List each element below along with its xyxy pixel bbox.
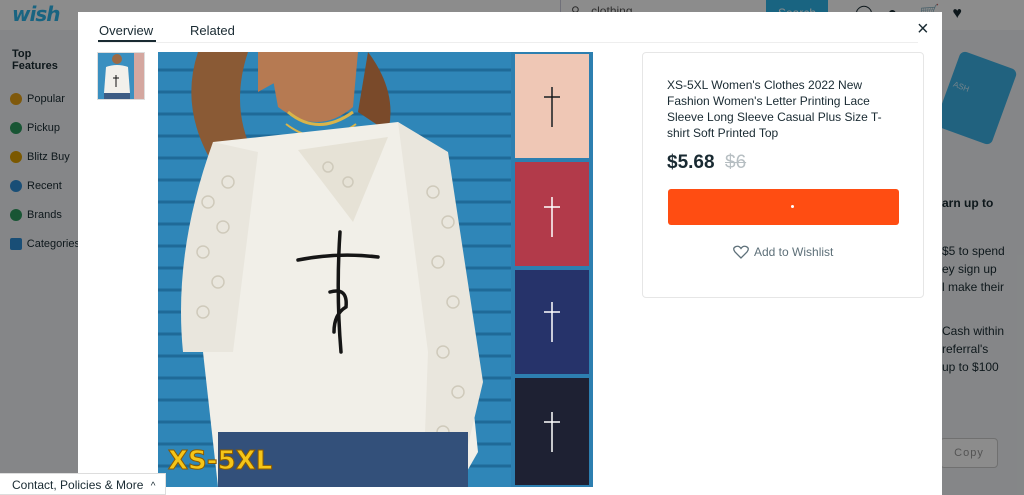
product-photo: [158, 52, 593, 487]
tabs-divider: [98, 42, 918, 43]
current-price: $5.68: [667, 152, 715, 173]
product-main-image[interactable]: XS-5XL: [158, 52, 593, 487]
contact-policies-link[interactable]: Contact, Policies & More ^: [0, 473, 167, 495]
thumbnail-image: [98, 53, 144, 99]
tab-related[interactable]: Related: [190, 23, 235, 43]
original-price: $6: [725, 152, 747, 173]
loading-indicator: [791, 205, 794, 208]
product-info-card: XS-5XL Women's Clothes 2022 New Fashion …: [642, 52, 924, 298]
heart-outline-icon: [733, 245, 749, 259]
chevron-up-icon: ^: [150, 481, 156, 492]
wishlist-label: Add to Wishlist: [754, 245, 834, 259]
close-icon[interactable]: ×: [917, 18, 929, 41]
price-row: $5.68 $6: [667, 152, 746, 174]
footer-label: Contact, Policies & More: [12, 478, 144, 492]
add-to-wishlist-button[interactable]: Add to Wishlist: [733, 245, 833, 259]
product-thumbnail[interactable]: [97, 52, 145, 100]
size-range-badge: XS-5XL: [167, 446, 273, 477]
product-title: XS-5XL Women's Clothes 2022 New Fashion …: [667, 78, 882, 140]
buy-button[interactable]: [668, 189, 899, 225]
product-modal: Overview Related × XS-5XL XS-5XL Women's…: [78, 12, 942, 495]
